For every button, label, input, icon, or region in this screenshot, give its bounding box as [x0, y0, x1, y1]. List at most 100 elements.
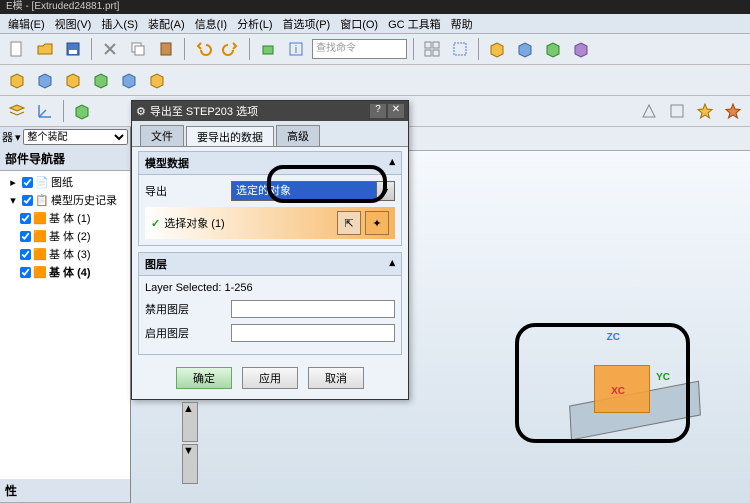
export-label: 导出 — [145, 183, 225, 199]
part-navigator-title: 部件导航器 — [0, 147, 130, 171]
menu-gc-toolbox[interactable]: GC 工具箱 — [384, 15, 445, 33]
tab-advanced[interactable]: 高级 — [276, 125, 320, 146]
selection-icon[interactable] — [448, 37, 472, 61]
tree-body-2[interactable]: 🟧 基 体 (2) — [2, 227, 128, 245]
collapse-icon[interactable]: ▴ — [389, 155, 395, 171]
tab-export-data[interactable]: 要导出的数据 — [186, 126, 274, 147]
assembly-filter: 器 ▾ 整个装配 — [0, 127, 130, 147]
triangle-icon[interactable] — [637, 99, 661, 123]
select-helper-1[interactable]: ⇱ — [337, 211, 361, 235]
window-tile-icon[interactable] — [420, 37, 444, 61]
menu-assembly[interactable]: 装配(A) — [144, 15, 189, 33]
menu-info[interactable]: 信息(I) — [191, 15, 231, 33]
star2-icon[interactable] — [721, 99, 745, 123]
tree-check[interactable] — [20, 267, 31, 278]
filter-select[interactable]: 整个装配 — [23, 129, 128, 145]
group-layers: 图层 ▴ — [138, 252, 402, 275]
dialog-tabs: 文件 要导出的数据 高级 — [132, 121, 408, 146]
copy-icon[interactable] — [126, 37, 150, 61]
collapse-icon[interactable]: ▴ — [389, 256, 395, 272]
orient-icon[interactable] — [70, 99, 94, 123]
scroll-controls: ▲ ▼ — [180, 400, 210, 460]
menu-help[interactable]: 帮助 — [447, 15, 477, 33]
layers-icon[interactable] — [5, 99, 29, 123]
svg-text:i: i — [295, 44, 297, 56]
cancel-button[interactable]: 取消 — [308, 367, 364, 389]
select-helper-2[interactable]: ✦ — [365, 211, 389, 235]
cube6-icon[interactable] — [145, 68, 169, 92]
paste-icon[interactable] — [154, 37, 178, 61]
tree-body-4[interactable]: 🟧 基 体 (4) — [2, 263, 128, 281]
ok-button[interactable]: 确定 — [176, 367, 232, 389]
menu-analyze[interactable]: 分析(L) — [233, 15, 276, 33]
dialog-buttons: 确定 应用 取消 — [132, 359, 408, 399]
axis-z-label: ZC — [607, 332, 620, 343]
open-icon[interactable] — [33, 37, 57, 61]
menu-prefs[interactable]: 首选项(P) — [279, 15, 335, 33]
navigator-tree: ▸ 📄 图纸 ▾ 📋 模型历史记录 🟧 基 体 (1) 🟧 基 体 (2) — [0, 171, 130, 479]
disable-layer-input[interactable] — [231, 300, 395, 318]
tab-file[interactable]: 文件 — [140, 125, 184, 146]
group-model-data: 模型数据 ▴ — [138, 151, 402, 174]
left-panel: 器 ▾ 整个装配 部件导航器 ▸ 📄 图纸 ▾ 📋 模型历史记录 🟧 基 体 (… — [0, 127, 131, 503]
export-dropdown-value: 选定的对象 — [232, 182, 376, 200]
body-icon: 🟧 — [33, 265, 47, 279]
dialog-help-icon[interactable]: ? — [370, 104, 386, 118]
menu-insert[interactable]: 插入(S) — [97, 15, 142, 33]
properties-section: 性 — [0, 479, 130, 503]
filter-dropdown-icon[interactable]: ▾ — [15, 131, 21, 144]
tree-body-3[interactable]: 🟧 基 体 (3) — [2, 245, 128, 263]
cube1-icon[interactable] — [5, 68, 29, 92]
layer-selected-text: Layer Selected: 1-256 — [145, 282, 395, 294]
undo-icon[interactable] — [191, 37, 215, 61]
menu-view[interactable]: 视图(V) — [51, 15, 96, 33]
cube4-icon[interactable] — [89, 68, 113, 92]
save-icon[interactable] — [61, 37, 85, 61]
box-purple-icon[interactable] — [569, 37, 593, 61]
box-green-icon[interactable] — [541, 37, 565, 61]
tree-label: 基 体 (2) — [49, 228, 91, 244]
extrude-icon[interactable] — [256, 37, 280, 61]
cube3-icon[interactable] — [61, 68, 85, 92]
axis-icon[interactable] — [33, 99, 57, 123]
axis-y-label: YC — [656, 372, 670, 383]
tree-body-1[interactable]: 🟧 基 体 (1) — [2, 209, 128, 227]
scroll-up-icon[interactable]: ▲ — [182, 402, 198, 442]
cut-icon[interactable] — [98, 37, 122, 61]
body-icon: 🟧 — [33, 229, 47, 243]
new-file-icon[interactable] — [5, 37, 29, 61]
dialog-close-icon[interactable]: ✕ — [388, 104, 404, 118]
apply-button[interactable]: 应用 — [242, 367, 298, 389]
box-gold-icon[interactable] — [485, 37, 509, 61]
enable-layer-input[interactable] — [231, 324, 395, 342]
tree-check[interactable] — [20, 213, 31, 224]
scroll-down-icon[interactable]: ▼ — [182, 444, 198, 484]
star-icon[interactable] — [693, 99, 717, 123]
info-icon[interactable]: i — [284, 37, 308, 61]
tree-check[interactable] — [20, 231, 31, 242]
cube2-icon[interactable] — [33, 68, 57, 92]
redo-icon[interactable] — [219, 37, 243, 61]
chevron-down-icon[interactable]: ▼ — [376, 182, 394, 200]
tree-check[interactable] — [22, 195, 33, 206]
plus-icon[interactable]: ▸ — [6, 175, 20, 189]
square-icon[interactable] — [665, 99, 689, 123]
dialog-titlebar[interactable]: ⚙ 导出至 STEP203 选项 ? ✕ — [132, 101, 408, 121]
box-blue-icon[interactable] — [513, 37, 537, 61]
tree-drawings[interactable]: ▸ 📄 图纸 — [2, 173, 128, 191]
checkmark-icon: ✓ — [151, 217, 160, 230]
select-object-row[interactable]: ✓ 选择对象 (1) ⇱ ✦ — [145, 207, 395, 239]
disable-layer-label: 禁用图层 — [145, 301, 225, 317]
export-dropdown[interactable]: 选定的对象 ▼ — [231, 181, 395, 201]
cube5-icon[interactable] — [117, 68, 141, 92]
tree-history[interactable]: ▾ 📋 模型历史记录 — [2, 191, 128, 209]
select-object-label: 选择对象 (1) — [164, 215, 333, 231]
body-icon: 🟧 — [33, 211, 47, 225]
tree-label: 基 体 (3) — [49, 246, 91, 262]
menu-edit[interactable]: 编辑(E) — [4, 15, 49, 33]
command-search-input[interactable]: 查找命令 — [312, 39, 407, 59]
menu-window[interactable]: 窗口(O) — [336, 15, 382, 33]
tree-check[interactable] — [22, 177, 33, 188]
minus-icon[interactable]: ▾ — [6, 193, 20, 207]
tree-check[interactable] — [20, 249, 31, 260]
